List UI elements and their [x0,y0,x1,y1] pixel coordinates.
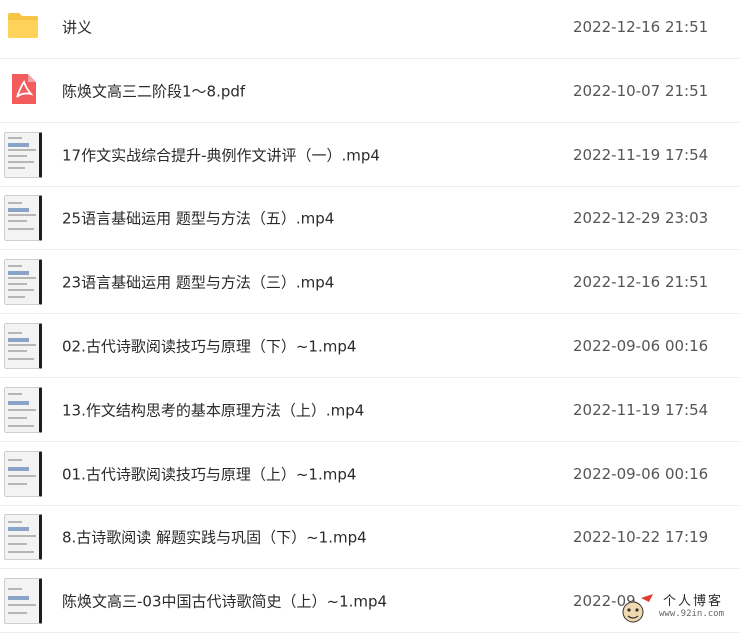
file-date: 2022-11-19 17:54 [573,145,709,164]
file-date: 2022-10-07 21:51 [573,81,709,100]
file-date: 2022-12-16 21:51 [573,18,709,36]
file-row[interactable]: 讲义 2022-12-16 21:51 [0,0,739,59]
file-name[interactable]: 25语言基础运用 题型与方法（五）.mp4 [62,208,334,229]
file-name[interactable]: 02.古代诗歌阅读技巧与原理（下）~1.mp4 [62,336,356,357]
file-name[interactable]: 讲义 [62,17,92,38]
video-thumbnail [4,259,42,306]
file-name[interactable]: 13.作文结构思考的基本原理方法（上）.mp4 [62,399,364,420]
file-row[interactable]: 8.古诗歌阅读 解题实践与巩固（下）~1.mp4 2022-10-22 17:19 [0,506,739,570]
file-row[interactable]: 13.作文结构思考的基本原理方法（上）.mp4 2022-11-19 17:54 [0,379,739,442]
video-thumbnail [4,578,42,625]
watermark: 个人博客 www.92in.com [619,590,729,626]
video-thumbnail [4,386,42,433]
video-thumbnail [4,131,42,178]
video-thumbnail [4,195,42,242]
file-name[interactable]: 陈焕文高三-03中国古代诗歌简史（上）~1.mp4 [62,591,387,612]
video-thumbnail [4,514,42,561]
file-name[interactable]: 17作文实战综合提升-典例作文讲评（一）.mp4 [62,144,380,165]
file-row[interactable]: 17作文实战综合提升-典例作文讲评（一）.mp4 2022-11-19 17:54 [0,124,739,187]
file-date: 2022-10-22 17:19 [573,528,709,547]
file-row[interactable]: 02.古代诗歌阅读技巧与原理（下）~1.mp4 2022-09-06 00:16 [0,315,739,378]
video-thumbnail [4,450,42,497]
watermark-title: 个人博客 [663,594,724,609]
file-date: 2022-09-06 00:16 [573,337,709,355]
watermark-logo-icon [622,594,653,623]
watermark-url: www.92in.com [659,609,725,619]
video-thumbnail [4,323,42,369]
pdf-icon [6,72,40,106]
file-row[interactable]: 25语言基础运用 题型与方法（五）.mp4 2022-12-29 23:03 [0,187,739,251]
file-name[interactable]: 陈焕文高三二阶段1～8.pdf [62,80,245,101]
file-row[interactable]: 01.古代诗歌阅读技巧与原理（上）~1.mp4 2022-09-06 00:16 [0,443,739,506]
file-date: 2022-09-06 00:16 [573,464,709,483]
file-date: 2022-12-29 23:03 [573,209,709,228]
file-row[interactable]: 23语言基础运用 题型与方法（三）.mp4 2022-12-16 21:51 [0,251,739,315]
file-name[interactable]: 23语言基础运用 题型与方法（三）.mp4 [62,272,334,293]
file-date: 2022-11-19 17:54 [573,400,709,419]
file-name[interactable]: 8.古诗歌阅读 解题实践与巩固（下）~1.mp4 [62,527,367,548]
folder-icon [6,8,40,42]
file-date: 2022-12-16 21:51 [573,273,709,292]
file-row[interactable]: 陈焕文高三二阶段1～8.pdf 2022-10-07 21:51 [0,60,739,123]
file-name[interactable]: 01.古代诗歌阅读技巧与原理（上）~1.mp4 [62,463,356,484]
